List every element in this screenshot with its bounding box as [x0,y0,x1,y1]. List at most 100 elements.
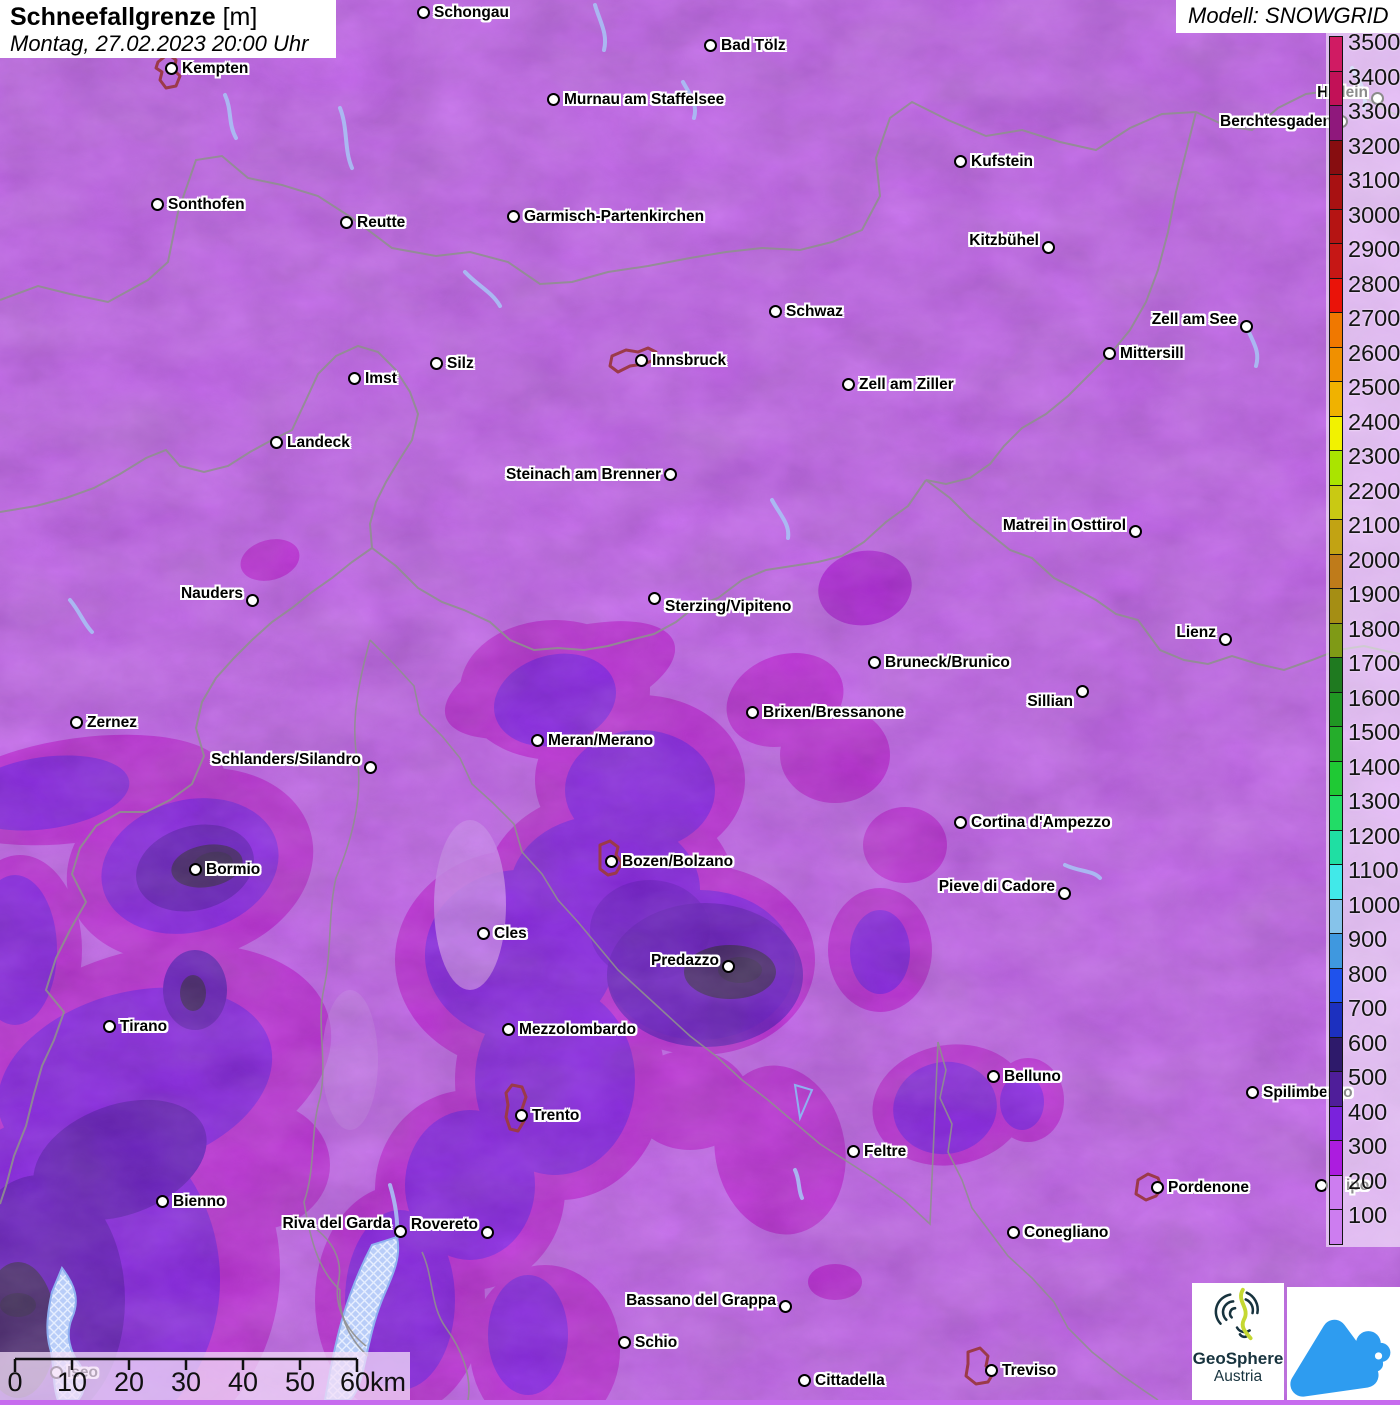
city-label: Nauders [180,585,243,602]
colorbar-cell [1329,346,1343,382]
geosphere-logo-icon [1214,1287,1259,1341]
colorbar-tick-label: 2200 [1348,477,1400,504]
colorbar-cell [1329,1036,1343,1072]
city-dot [648,592,661,605]
colorbar-cell [1329,760,1343,796]
city-dot [704,39,717,52]
colorbar-tick-label: 1300 [1348,788,1400,814]
city-label: Belluno [1004,1068,1061,1085]
colorbar-tick-label: 900 [1348,926,1388,952]
city-dot [722,960,735,973]
city-label: Bienno [173,1193,226,1210]
colorbar-cell [1329,967,1343,1003]
city-dot [664,468,677,481]
city-label: Bozen/Bolzano [622,853,734,870]
city-dot [1042,241,1055,254]
city-dot [635,354,648,367]
colorbar-cell [1329,898,1343,934]
partner-logo-box [1287,1287,1400,1400]
city-label: Riva del Garda [282,1215,391,1232]
city-dot [430,357,443,370]
city-dot [189,863,202,876]
city-label: Bruneck/Brunico [885,654,1010,671]
city-dot [1007,1226,1020,1239]
colorbar-tick-label: 600 [1348,1029,1388,1056]
colorbar-cell [1329,1002,1343,1038]
colorbar-cell [1329,277,1343,313]
colorbar [1329,36,1343,1245]
colorbar-cell [1329,70,1343,106]
city-label: Bassano del Grappa [626,1292,776,1309]
colorbar-tick-label: 2100 [1348,512,1400,538]
colorbar-tick-label: 1100 [1348,857,1399,883]
city-label: Schlanders/Silandro [211,751,361,768]
city-dot [531,734,544,747]
title-product: Schneefallgrenze [10,3,216,31]
colorbar-tick-label: 1200 [1348,822,1400,849]
colorbar-cell [1329,795,1343,831]
city-label: Sonthofen [168,196,245,213]
city-label: Innsbruck [652,352,727,369]
city-label: Pieve di Cadore [938,878,1055,895]
city-label: Cles [494,925,527,942]
colorbar-cell [1329,450,1343,486]
colorbar-tick-label: 200 [1348,1167,1388,1194]
colorbar-tick-label: 1000 [1348,891,1400,918]
city-dot [1240,320,1253,333]
city-dot [798,1374,811,1387]
city-label: Steinach am Brenner [505,466,661,483]
city-dot [1246,1086,1259,1099]
colorbar-cell [1329,1174,1343,1210]
city-dot [156,1195,169,1208]
city-dot [985,1364,998,1377]
colorbar-tick-label: 2000 [1348,546,1400,573]
colorbar-cell [1329,829,1343,865]
city-dot [954,155,967,168]
scalebar-tick-label: 0 [7,1367,23,1397]
page-title: Schneefallgrenze [m] [10,3,336,32]
colorbar-tick-label: 1600 [1348,684,1400,711]
city-dot [364,761,377,774]
city-label: Reutte [357,214,406,231]
colorbar-cell [1329,1105,1343,1141]
city-label: Bormio [206,861,261,878]
city-dot [618,1336,631,1349]
colorbar-cell [1329,933,1343,969]
city-dot [1219,633,1232,646]
city-dot [481,1226,494,1239]
city-dot [868,656,881,669]
city-label: Cittadella [815,1372,885,1389]
city-dot [103,1020,116,1033]
colorbar-tick-label: 500 [1348,1064,1388,1090]
city-dot [1103,347,1116,360]
colorbar-tick-label: 300 [1348,1133,1388,1159]
city-dot [1151,1181,1164,1194]
city-dot [348,372,361,385]
colorbar-tick-label: 1800 [1348,615,1400,642]
city-label: Garmisch-Partenkirchen [524,208,705,225]
colorbar-tick-label: 3400 [1348,63,1400,90]
colorbar-tick-label: 700 [1348,995,1388,1021]
colorbar-cell [1329,381,1343,417]
city-dot [340,216,353,229]
colorbar-tick-label: 400 [1348,1098,1388,1125]
colorbar-cell [1329,588,1343,624]
city-label: Kufstein [971,153,1033,170]
city-dot [1076,685,1089,698]
city-label: Brixen/Bressanone [763,704,905,721]
colorbar-cell [1329,726,1343,762]
city-dot [507,210,520,223]
city-label: Predazzo [650,952,719,969]
city-dot [394,1225,407,1238]
colorbar-tick-label: 3300 [1348,98,1400,124]
city-dot [779,1300,792,1313]
colorbar-tick-label: 3200 [1348,132,1400,159]
city-label: Tirano [120,1018,168,1035]
city-dot [605,855,618,868]
city-label: Silz [447,355,474,372]
city-dot [1129,525,1142,538]
colorbar-cell [1329,105,1343,141]
colorbar-cell [1329,657,1343,693]
colorbar-cell [1329,415,1343,451]
city-label: Pordenone [1168,1179,1249,1196]
